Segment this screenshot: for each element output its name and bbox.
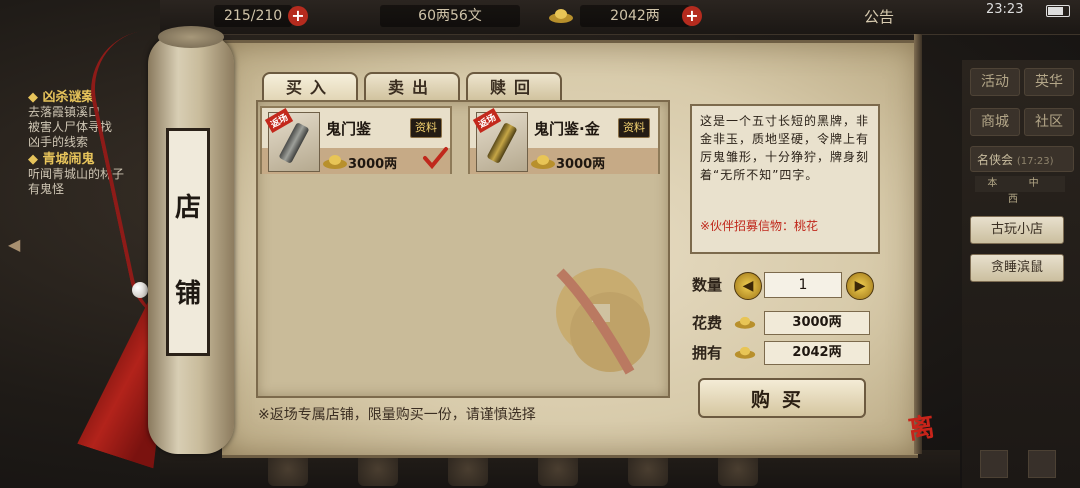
- item-card[interactable]: 返场 鬼门鉴·金 资料 3000两: [468, 106, 660, 174]
- add-silver-plus-icon[interactable]: +: [682, 6, 702, 26]
- gold-token-icon: 返场: [472, 108, 528, 172]
- item-description-box: 这是一个五寸长短的黑牌，非金非玉，质地坚硬，令牌上有厉鬼雏形，十分狰狞，牌身刻着…: [690, 104, 880, 254]
- battery-icon: [1046, 5, 1070, 17]
- clock: 23:23: [986, 2, 1024, 17]
- corner-button[interactable]: [1028, 450, 1056, 478]
- silver-ingot-icon: [734, 346, 756, 359]
- add-stamina-plus-icon[interactable]: +: [288, 6, 308, 26]
- quantity-input[interactable]: 1: [764, 272, 842, 298]
- antique-shop-button[interactable]: 古玩小店: [970, 216, 1064, 244]
- second-shop-button[interactable]: 贪睡滨鼠: [970, 254, 1064, 282]
- cost-label: 花费: [692, 314, 723, 332]
- item-price: 3000两: [556, 157, 606, 172]
- return-badge: 返场: [264, 108, 294, 133]
- info-button[interactable]: 资料: [618, 118, 650, 138]
- mall-button[interactable]: 商城: [970, 108, 1020, 136]
- shop-label: 古玩小店: [990, 222, 1043, 237]
- item-name: 鬼门鉴: [326, 120, 372, 138]
- owned-label: 拥有: [692, 344, 723, 362]
- activity-button[interactable]: 活动: [970, 68, 1020, 96]
- decrease-arrow-icon[interactable]: ◀: [734, 272, 762, 300]
- parchment-edge: [914, 34, 922, 454]
- tassel-bead: [132, 282, 148, 298]
- event-button[interactable]: 名侠会 (17:23): [970, 146, 1074, 172]
- item-description: 这是一个五寸长短的黑牌，非金非玉，质地坚硬，令牌上有厉鬼雏形，十分狰狞，牌身刻着…: [700, 114, 870, 182]
- shop-footnote: ※返场专属店铺，限量购买一份，请谨慎选择: [258, 407, 536, 423]
- coin-decoration-icon: [556, 268, 650, 375]
- collapse-arrow-icon[interactable]: ◀: [8, 235, 20, 254]
- copper-stat: 60两56文: [380, 5, 520, 27]
- silver-ingot-icon: [531, 155, 555, 169]
- shop-label: 贪睡滨鼠: [990, 260, 1043, 275]
- title-char: 店: [174, 193, 201, 223]
- token-blade: [278, 122, 310, 164]
- item-name: 鬼门鉴·金: [534, 120, 600, 138]
- token-blade: [486, 122, 518, 164]
- event-label: 名侠会: [977, 153, 1014, 167]
- silver-ingot-icon: [323, 155, 347, 169]
- corner-button[interactable]: [980, 450, 1008, 478]
- event-time: (17:23): [1016, 156, 1054, 167]
- owned-value: 2042两: [764, 341, 870, 365]
- cost-value: 3000两: [764, 311, 870, 335]
- silver-ingot-icon: [549, 9, 573, 23]
- item-card[interactable]: 返场 鬼门鉴 资料 3000两: [260, 106, 452, 174]
- heroes-button[interactable]: 英华: [1024, 68, 1074, 96]
- announcement-button[interactable]: 公告: [864, 6, 894, 27]
- partner-note: ※伙伴招募信物：桃花: [700, 219, 819, 233]
- increase-arrow-icon[interactable]: ▶: [846, 272, 874, 300]
- return-badge: 返场: [472, 108, 502, 133]
- silver-stat: 2042两: [580, 5, 690, 27]
- item-price: 3000两: [348, 157, 398, 172]
- region-strip: 本 中 西: [975, 176, 1065, 205]
- title-char: 铺: [174, 279, 201, 309]
- quantity-label: 数量: [692, 276, 723, 294]
- community-button[interactable]: 社区: [1024, 108, 1074, 136]
- buy-button[interactable]: 购买: [698, 378, 866, 418]
- selected-check-icon: [423, 147, 448, 170]
- tab-sell[interactable]: 卖出: [364, 72, 460, 102]
- leave-icon[interactable]: 离: [906, 406, 937, 446]
- shop-title-plaque: 店 铺: [166, 128, 210, 356]
- info-button[interactable]: 资料: [410, 118, 442, 138]
- silver-ingot-icon: [734, 316, 756, 329]
- token-icon: 返场: [264, 108, 320, 172]
- stamina-stat: 215/210: [214, 5, 293, 27]
- tab-buy[interactable]: 买入: [262, 72, 358, 102]
- tab-redeem[interactable]: 赎回: [466, 72, 562, 102]
